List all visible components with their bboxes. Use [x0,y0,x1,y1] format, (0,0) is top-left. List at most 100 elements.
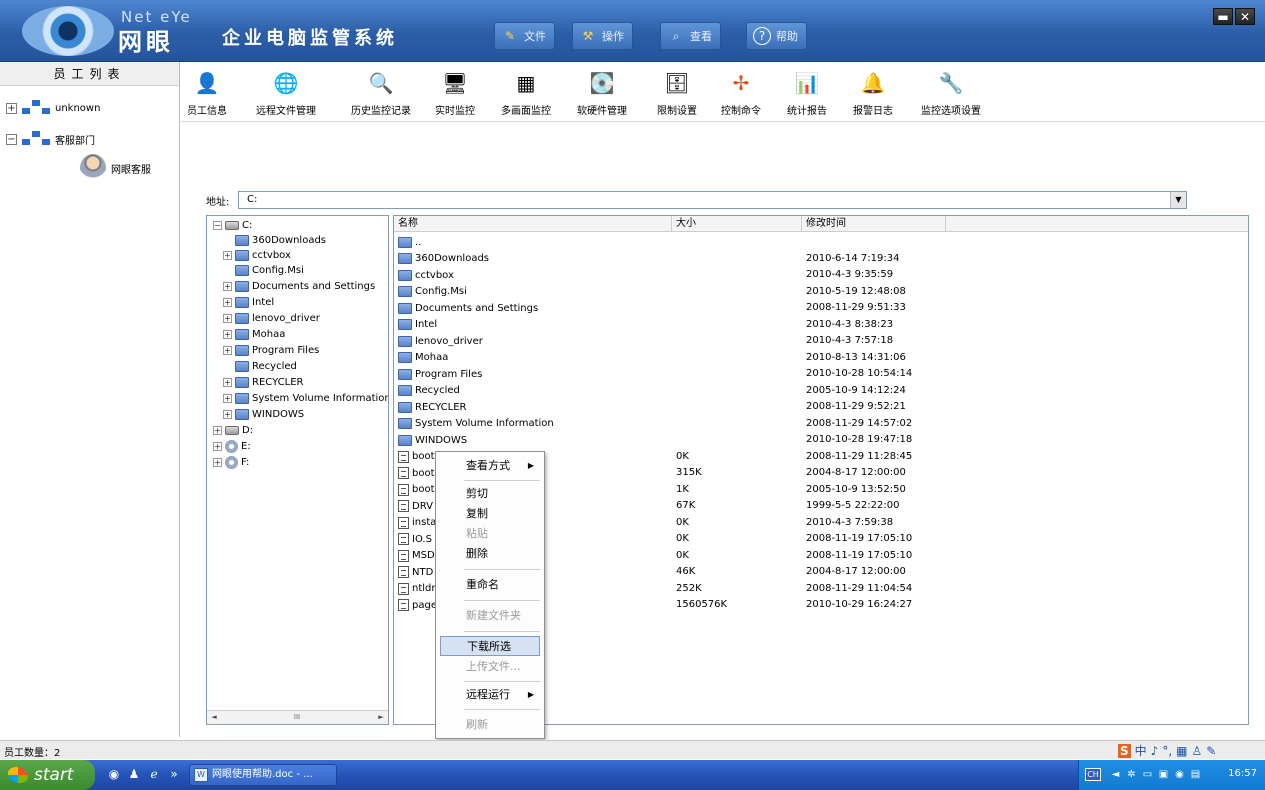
file-row[interactable]: Documents and Settings 2008-11-29 9:51:33 [394,300,1248,316]
file-row[interactable]: WINDOWS 2010-10-28 19:47:18 [394,432,1248,448]
file-row[interactable]: .. [394,234,1248,250]
quicklaunch-more-icon[interactable]: » [165,765,183,783]
menu-item-download-selected[interactable]: 下载所选 [440,636,540,656]
close-button[interactable]: ✕ [1235,8,1255,25]
scroll-right-icon[interactable]: ► [374,711,388,724]
expand-icon[interactable]: + [223,313,232,323]
quicklaunch-browser-icon[interactable]: ◉ [105,765,123,783]
tree-item-folder[interactable]: + WINDOWS [223,407,304,421]
ime-keyboard-icon[interactable]: ▦ [1176,744,1187,758]
column-size[interactable]: 大小 [672,216,802,232]
employee-node-service-dept[interactable]: − 客服部门 [6,131,95,147]
tree-item-folder[interactable]: + Documents and Settings [223,279,375,293]
tool-software-hardware[interactable]: 💽 软硬件管理 [569,68,635,120]
file-row[interactable]: System Volume Information 2008-11-29 14:5… [394,416,1248,432]
tool-multi-screen-monitor[interactable]: ▦ 多画面监控 [493,68,559,120]
menu-item-remote-run[interactable]: 远程运行 ▶ [440,685,540,705]
expand-icon[interactable]: + [223,281,232,291]
expand-icon[interactable]: + [6,102,17,114]
tool-alarm-log[interactable]: 🔔 报警日志 [847,68,899,120]
column-name[interactable]: 名称 [394,216,672,232]
expand-icon[interactable]: + [213,441,222,451]
file-row[interactable]: 360Downloads 2010-6-14 7:19:34 [394,251,1248,267]
menu-item-rename[interactable]: 重命名 [440,575,540,595]
expand-icon[interactable]: + [213,457,222,467]
tree-item-f-drive[interactable]: + F: [213,455,249,469]
language-indicator[interactable]: CH [1085,768,1101,781]
collapse-icon[interactable]: − [213,220,222,230]
expand-icon[interactable]: + [223,393,232,403]
scroll-thumb[interactable]: III [267,712,327,723]
horizontal-scrollbar[interactable]: ◄ III ► [207,710,388,724]
file-row[interactable]: Intel 2010-4-3 8:38:23 [394,317,1248,333]
menu-item-copy[interactable]: 复制 [440,504,540,524]
minimize-button[interactable]: ▬ [1213,8,1233,25]
tray-display-icon[interactable]: ▭ [1141,768,1154,781]
tree-item-folder[interactable]: + Mohaa [223,327,285,341]
tree-item-folder[interactable]: + cctvbox [223,248,291,262]
menu-item-delete[interactable]: 删除 [440,544,540,564]
menu-item-cut[interactable]: 剪切 [440,484,540,504]
tree-item-e-drive[interactable]: + E: [213,439,251,453]
tray-arrow-icon[interactable]: ◄ [1109,768,1122,781]
expand-icon[interactable]: + [223,377,232,387]
tray-security-icon[interactable]: ▣ [1157,768,1170,781]
expand-icon[interactable]: + [213,425,222,435]
file-row[interactable]: Recycled 2005-10-9 14:12:24 [394,383,1248,399]
tray-antivirus-icon[interactable]: ◉ [1173,768,1186,781]
employee-node-neteye-service[interactable]: 网眼客服 [80,154,151,182]
menu-help[interactable]: ? 帮助 [746,22,807,50]
taskbar-item-help-doc[interactable]: W 网眼使用帮助.doc - ... [189,764,337,786]
tool-restriction-settings[interactable]: 🗄 限制设置 [651,68,703,120]
tree-item-folder[interactable]: + lenovo_driver [223,311,320,325]
ime-chinese-icon[interactable]: 中 [1135,742,1147,759]
tree-item-folder[interactable]: + RECYCLER [223,375,303,389]
menu-view[interactable]: ⌕ 查看 [660,22,721,50]
tree-item-c-drive[interactable]: − C: [213,218,252,232]
expand-icon[interactable]: + [223,345,232,355]
tool-monitor-options[interactable]: 🔧 监控选项设置 [911,68,991,120]
sogou-icon[interactable]: S [1118,743,1131,758]
file-row[interactable]: RECYCLER 2008-11-29 9:52:21 [394,399,1248,415]
file-row[interactable]: Program Files 2010-10-28 10:54:14 [394,366,1248,382]
file-row[interactable]: Mohaa 2010-8-13 14:31:06 [394,350,1248,366]
chevron-down-icon[interactable]: ▼ [1170,192,1186,208]
tray-app-icon[interactable]: ▤ [1189,768,1202,781]
ime-user-icon[interactable]: ♙ [1192,744,1203,758]
ime-tools-icon[interactable]: ✎ [1206,744,1216,758]
file-row[interactable]: Config.Msi 2010-5-19 12:48:08 [394,284,1248,300]
quicklaunch-messenger-icon[interactable]: ♟ [125,765,143,783]
tree-item-folder[interactable]: Config.Msi [235,263,304,277]
start-button[interactable]: start [0,760,95,790]
menu-item-view-mode[interactable]: 查看方式 ▶ [440,456,540,476]
file-row[interactable]: lenovo_driver 2010-4-3 7:57:18 [394,333,1248,349]
ime-punctuation-icon[interactable]: °, [1162,744,1172,758]
expand-icon[interactable]: + [223,409,232,419]
expand-icon[interactable]: + [223,329,232,339]
tool-statistics-report[interactable]: 📊 统计报告 [781,68,833,120]
quicklaunch-ie-icon[interactable]: ℯ [145,765,163,783]
tree-item-folder[interactable]: + Intel [223,295,274,309]
address-input[interactable]: C: ▼ [238,191,1187,209]
file-row[interactable]: cctvbox 2010-4-3 9:35:59 [394,267,1248,283]
tray-network-icon[interactable]: ✲ [1125,768,1138,781]
collapse-icon[interactable]: − [6,133,17,145]
tree-item-folder[interactable]: Recycled [235,359,297,373]
expand-icon[interactable]: + [223,250,232,260]
tree-item-folder[interactable]: + System Volume Information [223,391,388,405]
tree-item-d-drive[interactable]: + D: [213,423,253,437]
tool-realtime-monitor[interactable]: 🖥 实时监控 [429,68,481,120]
tool-remote-file-manager[interactable]: 🌐 远程文件管理 [237,68,335,120]
tree-item-folder[interactable]: 360Downloads [235,233,326,247]
employee-node-unknown[interactable]: + unknown [6,100,100,116]
menu-operation[interactable]: ⚒ 操作 [572,22,633,50]
tree-item-folder[interactable]: + Program Files [223,343,319,357]
folder-tree[interactable]: − C: 360Downloads + cctvbox Config.Msi +… [206,215,389,725]
menu-file[interactable]: ✎ 文件 [494,22,555,50]
ime-toolbar[interactable]: S 中 ♪ °, ▦ ♙ ✎ [1118,742,1216,759]
tool-control-command[interactable]: ✢ 控制命令 [715,68,767,120]
expand-icon[interactable]: + [223,297,232,307]
ime-moon-icon[interactable]: ♪ [1151,744,1159,758]
column-modified[interactable]: 修改时间 [802,216,946,232]
scroll-left-icon[interactable]: ◄ [207,711,221,724]
